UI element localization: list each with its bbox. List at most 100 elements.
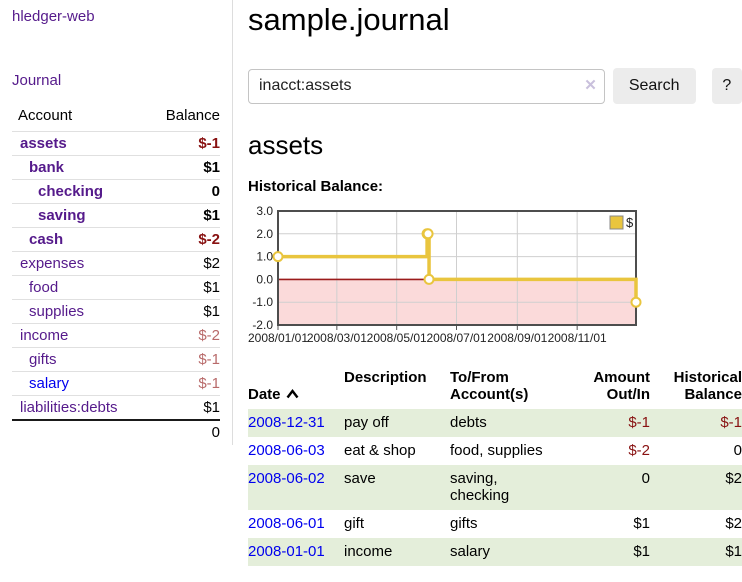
accounts-total-row: 0 <box>12 420 220 444</box>
account-row: saving $1 <box>12 204 220 228</box>
account-link-food[interactable]: food <box>29 279 58 296</box>
transaction-accounts: salary <box>450 538 580 566</box>
register-header-description: Description <box>344 367 450 409</box>
account-row: assets $-1 <box>12 132 220 156</box>
transaction-date-link[interactable]: 2008-01-01 <box>248 543 325 560</box>
transaction-accounts: food, supplies <box>450 437 580 465</box>
account-row: food $1 <box>12 276 220 300</box>
sidebar: hledger-web Journal Account Balance asse… <box>0 0 233 445</box>
svg-text:0.0: 0.0 <box>256 272 273 286</box>
svg-text:2008/03/01: 2008/03/01 <box>307 331 367 345</box>
transaction-description: gift <box>344 510 450 538</box>
page-title: sample.journal <box>248 0 742 38</box>
account-link-income[interactable]: income <box>20 327 68 344</box>
account-row: bank $1 <box>12 156 220 180</box>
accounts-table: Account Balance assets $-1 bank $1 check… <box>12 103 220 444</box>
chart-title: Historical Balance: <box>248 178 742 195</box>
search-button[interactable]: Search <box>613 68 696 104</box>
account-balance: $-1 <box>144 372 220 396</box>
account-link-supplies[interactable]: supplies <box>29 303 84 320</box>
account-link-expenses[interactable]: expenses <box>20 255 84 272</box>
account-row: income $-2 <box>12 324 220 348</box>
account-row: checking 0 <box>12 180 220 204</box>
search-form: ✕ Search ? <box>248 68 742 104</box>
register-row: 2008-01-01 income salary $1 $1 <box>248 538 742 566</box>
svg-text:-2.0: -2.0 <box>252 318 273 332</box>
account-link-bank[interactable]: bank <box>29 159 64 176</box>
account-balance: $-1 <box>144 132 220 156</box>
svg-text:3.0: 3.0 <box>256 205 273 218</box>
account-row: cash $-2 <box>12 228 220 252</box>
account-link-assets[interactable]: assets <box>20 135 67 152</box>
transaction-description: pay off <box>344 409 450 437</box>
account-link-salary[interactable]: salary <box>29 375 69 392</box>
register-header-date[interactable]: Date <box>248 367 344 409</box>
transaction-accounts: saving, checking <box>450 465 580 510</box>
account-link-saving[interactable]: saving <box>38 207 86 224</box>
svg-text:2008/05/01: 2008/05/01 <box>367 331 427 345</box>
register-table: Date Description To/From Account(s) Amou… <box>248 367 742 566</box>
account-balance: $2 <box>144 252 220 276</box>
register-header-balance: Historical Balance <box>650 367 742 409</box>
transaction-accounts: gifts <box>450 510 580 538</box>
search-input[interactable] <box>248 69 605 104</box>
main-content: sample.journal ✕ Search ? assets Histori… <box>248 0 742 566</box>
svg-text:2008/07/01: 2008/07/01 <box>426 331 486 345</box>
transaction-date-link[interactable]: 2008-06-03 <box>248 442 325 459</box>
account-link-liabilities-debts[interactable]: liabilities:debts <box>20 399 118 416</box>
svg-text:$: $ <box>626 215 634 230</box>
account-row: liabilities:debts $1 <box>12 396 220 421</box>
svg-text:-1.0: -1.0 <box>252 295 273 309</box>
accounts-header-balance: Balance <box>144 103 220 132</box>
help-button[interactable]: ? <box>712 68 742 104</box>
transaction-description: eat & shop <box>344 437 450 465</box>
account-link-gifts[interactable]: gifts <box>29 351 57 368</box>
transaction-date-link[interactable]: 2008-12-31 <box>248 414 325 431</box>
account-link-checking[interactable]: checking <box>38 183 103 200</box>
account-heading: assets <box>248 130 742 161</box>
account-row: supplies $1 <box>12 300 220 324</box>
account-balance: 0 <box>144 180 220 204</box>
transaction-balance: 0 <box>650 437 742 465</box>
sort-ascending-icon <box>286 386 299 403</box>
transaction-accounts: debts <box>450 409 580 437</box>
transaction-balance: $2 <box>650 510 742 538</box>
transaction-date-link[interactable]: 2008-06-01 <box>248 515 325 532</box>
transaction-description: income <box>344 538 450 566</box>
register-header-accounts: To/From Account(s) <box>450 367 580 409</box>
account-balance: $1 <box>144 276 220 300</box>
transaction-balance: $1 <box>650 538 742 566</box>
svg-text:2008/09/01: 2008/09/01 <box>487 331 547 345</box>
historical-balance-chart: 3.0 2.0 1.0 0.0 -1.0 -2.02008/01/012008/03/01… <box>248 205 642 347</box>
sidebar-item-journal[interactable]: Journal <box>12 72 220 89</box>
account-link-cash[interactable]: cash <box>29 231 63 248</box>
transaction-balance: $-1 <box>650 409 742 437</box>
accounts-total: 0 <box>144 420 220 444</box>
account-row: expenses $2 <box>12 252 220 276</box>
account-balance: $-2 <box>144 228 220 252</box>
account-row: salary $-1 <box>12 372 220 396</box>
accounts-header-account: Account <box>12 103 144 132</box>
svg-text:1.0: 1.0 <box>256 250 273 264</box>
clear-search-icon[interactable]: ✕ <box>584 77 597 95</box>
account-row: gifts $-1 <box>12 348 220 372</box>
register-row: 2008-06-03 eat & shop food, supplies $-2… <box>248 437 742 465</box>
transaction-date-link[interactable]: 2008-06-02 <box>248 470 325 487</box>
register-header-row: Date Description To/From Account(s) Amou… <box>248 367 742 409</box>
svg-text:2.0: 2.0 <box>256 227 273 241</box>
account-balance: $-2 <box>144 324 220 348</box>
register-row: 2008-06-01 gift gifts $1 $2 <box>248 510 742 538</box>
account-balance: $1 <box>144 396 220 421</box>
app-brand-link[interactable]: hledger-web <box>12 8 220 25</box>
svg-text:2008/01/01: 2008/01/01 <box>248 331 308 345</box>
transaction-amount: 0 <box>580 465 650 510</box>
register-row: 2008-12-31 pay off debts $-1 $-1 <box>248 409 742 437</box>
account-balance: $-1 <box>144 348 220 372</box>
account-balance: $1 <box>144 204 220 228</box>
register-row: 2008-06-02 save saving, checking 0 $2 <box>248 465 742 510</box>
transaction-amount: $-1 <box>580 409 650 437</box>
transaction-description: save <box>344 465 450 510</box>
account-balance: $1 <box>144 300 220 324</box>
account-balance: $1 <box>144 156 220 180</box>
transaction-amount: $-2 <box>580 437 650 465</box>
